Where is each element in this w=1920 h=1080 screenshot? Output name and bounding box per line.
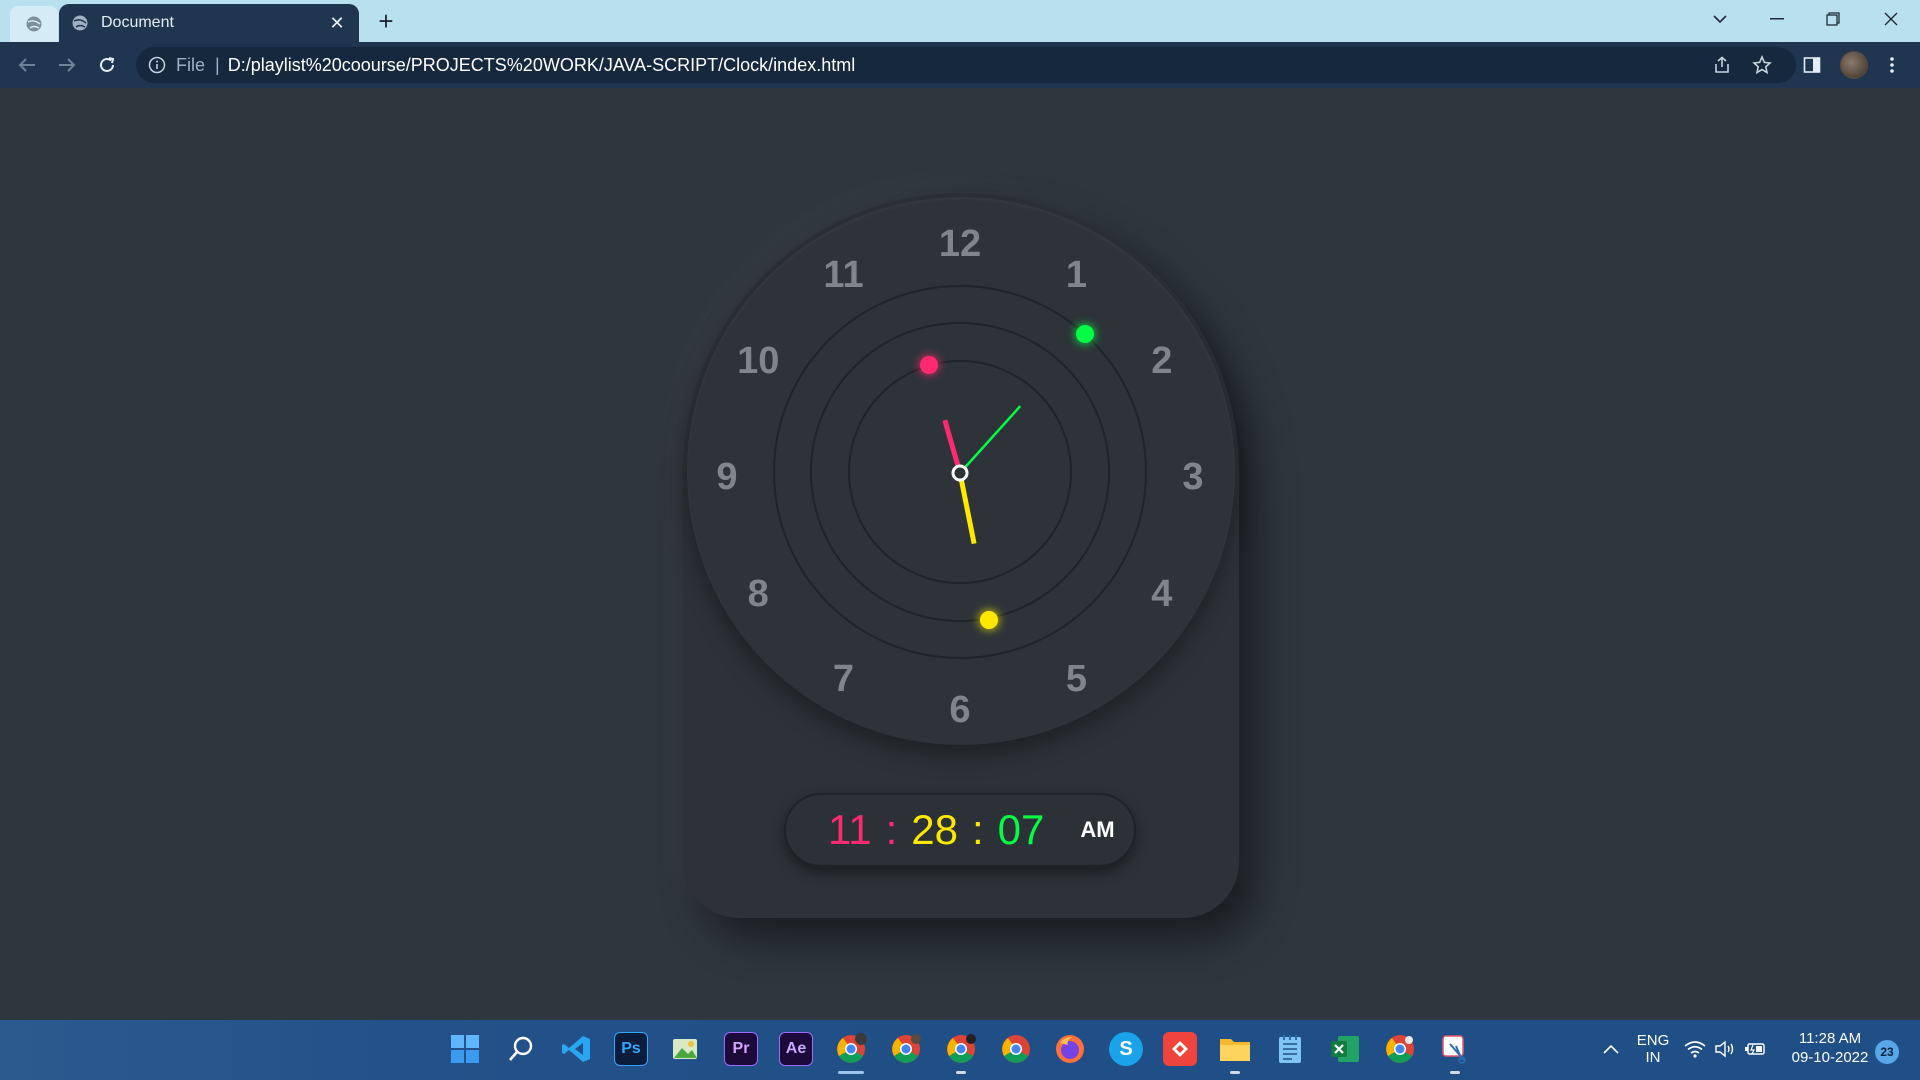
close-tab-icon[interactable]: ✕ <box>327 13 347 34</box>
close-window-icon[interactable] <box>1863 0 1919 38</box>
clock-number-1: 1 <box>1065 254 1088 297</box>
notification-badge[interactable]: 23 <box>1875 1040 1899 1064</box>
anydesk-icon[interactable] <box>1163 1032 1197 1066</box>
skype-icon[interactable]: S <box>1109 1032 1143 1066</box>
snipping-tool-icon[interactable] <box>1438 1032 1472 1066</box>
after-effects-label: Ae <box>785 1040 807 1057</box>
hour-ring <box>848 360 1072 584</box>
language-region: IN <box>1645 1049 1661 1066</box>
digital-minutes: 28 <box>911 806 958 853</box>
image-viewer-icon[interactable] <box>668 1032 702 1066</box>
toolbar: File | D:/playlist%20coourse/PROJECTS%20… <box>0 42 1920 88</box>
forward-arrow-icon[interactable] <box>53 51 81 79</box>
digital-colon: : <box>885 806 898 853</box>
clock-number-11: 11 <box>823 254 864 297</box>
address-bar[interactable]: File | D:/playlist%20coourse/PROJECTS%20… <box>136 47 1796 83</box>
digital-colon: : <box>972 806 984 853</box>
tab-title: Document <box>101 14 174 31</box>
open-app-indicator <box>956 1071 966 1074</box>
active-app-indicator <box>838 1071 864 1074</box>
language-code: ENG <box>1636 1032 1670 1049</box>
language-indicator[interactable]: ENG IN <box>1628 1032 1678 1066</box>
wifi-icon[interactable] <box>1682 1032 1708 1066</box>
notepad-icon[interactable] <box>1273 1032 1307 1066</box>
digital-period: AM <box>1080 817 1115 842</box>
bookmark-star-icon[interactable] <box>1748 51 1776 79</box>
chrome-icon[interactable] <box>999 1032 1033 1066</box>
open-app-indicator <box>1230 1071 1240 1074</box>
tab-document[interactable]: Document ✕ <box>59 4 359 42</box>
side-panel-icon[interactable] <box>1798 51 1826 79</box>
chrome-profile-1-icon[interactable] <box>834 1032 868 1066</box>
profile-avatar[interactable] <box>1840 51 1868 79</box>
clock-number-7: 7 <box>832 657 855 700</box>
photoshop-label: Ps <box>621 1040 641 1057</box>
volume-icon[interactable] <box>1712 1032 1738 1066</box>
new-tab-button[interactable]: + <box>372 8 400 36</box>
back-arrow-icon[interactable] <box>13 51 41 79</box>
info-icon[interactable] <box>148 56 166 74</box>
chrome-profile-3-icon[interactable] <box>944 1032 978 1066</box>
address-url[interactable]: D:/playlist%20coourse/PROJECTS%20WORK/JA… <box>228 55 856 76</box>
clock-number-9: 9 <box>716 456 738 498</box>
clock-number-2: 2 <box>1151 339 1173 382</box>
firefox-icon[interactable] <box>1053 1032 1087 1066</box>
restore-icon[interactable] <box>1805 0 1861 38</box>
menu-kebab-icon[interactable] <box>1878 51 1906 79</box>
chrome-profile-2-icon[interactable] <box>889 1032 923 1066</box>
search-icon[interactable] <box>504 1032 538 1066</box>
address-scheme: File <box>176 54 206 75</box>
globe-icon <box>72 15 88 31</box>
chevron-up-icon[interactable] <box>1594 1032 1628 1066</box>
open-app-indicator <box>1450 1071 1460 1074</box>
skype-label: S <box>1119 1037 1133 1060</box>
digital-time-display: 11 : 28 : 07 AM <box>784 793 1136 867</box>
premiere-pro-icon[interactable]: Pr <box>724 1032 758 1066</box>
photoshop-icon[interactable]: Ps <box>614 1032 648 1066</box>
excel-icon[interactable] <box>1328 1032 1362 1066</box>
address-separator: | <box>215 54 220 75</box>
system-time: 11:28 AM <box>1798 1030 1862 1047</box>
tab-strip: Document ✕ + <box>0 0 1920 42</box>
inactive-tab[interactable] <box>10 6 58 42</box>
reload-icon[interactable] <box>93 51 121 79</box>
clock-number-4: 4 <box>1151 572 1173 615</box>
clock-number-6: 6 <box>949 689 971 731</box>
clock-number-8: 8 <box>747 572 769 615</box>
windows-start-icon[interactable] <box>448 1032 482 1066</box>
minimize-icon[interactable] <box>1749 0 1805 38</box>
system-date: 09-10-2022 <box>1791 1049 1869 1066</box>
system-clock[interactable]: 11:28 AM 09-10-2022 <box>1784 1030 1876 1066</box>
digital-seconds: 07 <box>997 806 1045 853</box>
clock-number-5: 5 <box>1065 657 1088 700</box>
file-explorer-icon[interactable] <box>1218 1032 1252 1066</box>
clock-number-3: 3 <box>1182 456 1204 498</box>
vscode-icon[interactable] <box>559 1032 593 1066</box>
premiere-label: Pr <box>732 1040 750 1057</box>
tab-search-chevron-icon[interactable] <box>1692 0 1748 38</box>
battery-icon[interactable] <box>1742 1032 1768 1066</box>
globe-icon <box>26 16 42 32</box>
clock-number-12: 12 <box>938 223 982 265</box>
clock-number-10: 10 <box>737 339 780 382</box>
chrome-profile-4-icon[interactable] <box>1383 1032 1417 1066</box>
digital-hours: 11 <box>828 806 872 853</box>
share-icon[interactable] <box>1708 51 1736 79</box>
after-effects-icon[interactable]: Ae <box>779 1032 813 1066</box>
